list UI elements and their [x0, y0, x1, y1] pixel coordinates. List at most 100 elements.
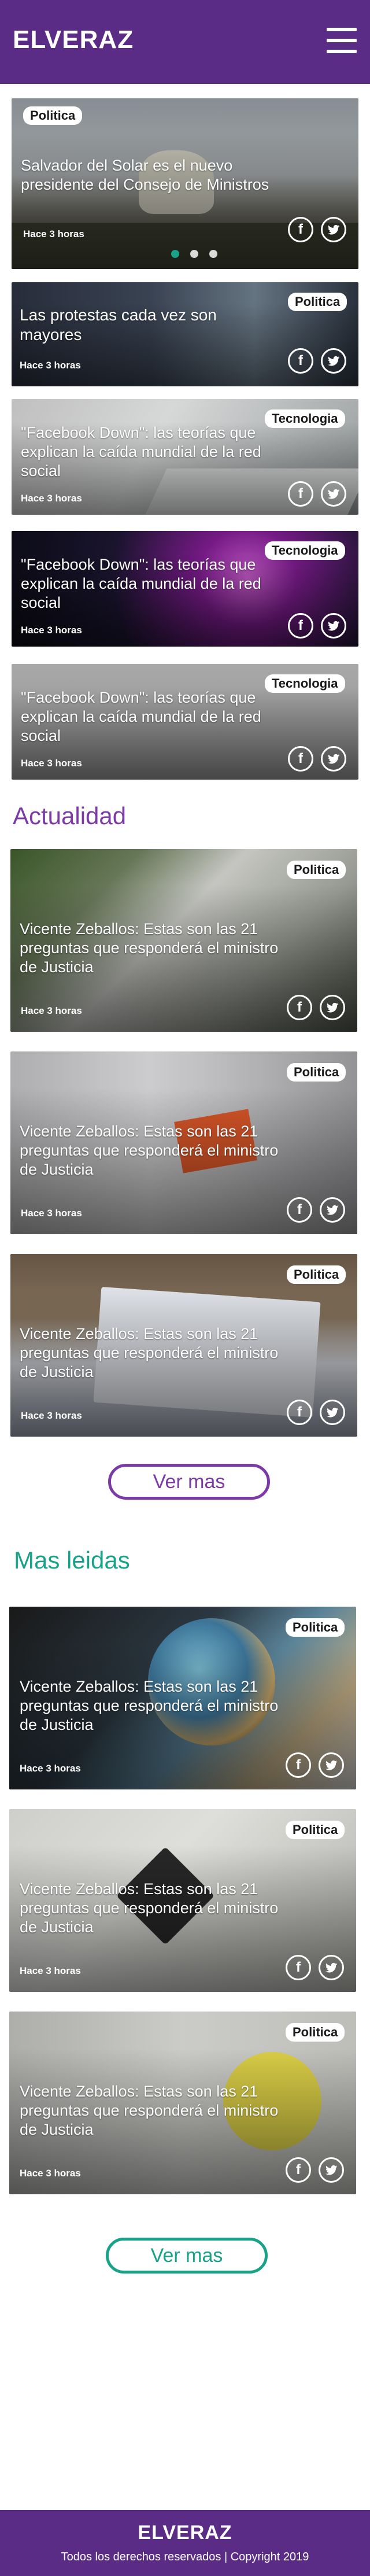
site-logo[interactable]: ELVERAZ [13, 25, 134, 54]
facebook-share-button[interactable]: f [286, 1955, 311, 1980]
facebook-share-button[interactable]: f [288, 217, 313, 242]
section-title-mas-leidas: Mas leidas [14, 1547, 130, 1574]
category-badge: Politica [287, 1265, 346, 1284]
category-badge: Politica [288, 293, 347, 311]
carousel-dots [171, 250, 228, 261]
facebook-icon: f [296, 2162, 301, 2178]
twitter-share-button[interactable] [319, 1955, 344, 1980]
card-time: Hace 3 horas [21, 1410, 82, 1421]
twitter-icon [325, 1962, 338, 1973]
twitter-share-button[interactable] [321, 217, 346, 242]
facebook-share-button[interactable]: f [288, 348, 313, 374]
twitter-share-button[interactable] [321, 481, 346, 507]
card-title[interactable]: Vicente Zeballos: Estas son las 21 pregu… [20, 920, 280, 977]
twitter-icon [328, 621, 340, 631]
carousel-dot-2[interactable] [190, 250, 198, 258]
news-card[interactable]: Politica Vicente Zeballos: Estas son las… [10, 1254, 357, 1437]
facebook-icon: f [296, 1959, 301, 1975]
card-title[interactable]: "Facebook Down": las teorías que explica… [21, 555, 264, 612]
facebook-icon: f [297, 999, 302, 1015]
news-card[interactable]: Tecnologia "Facebook Down": las teorías … [12, 399, 358, 515]
menu-icon[interactable] [327, 28, 357, 53]
category-badge: Politica [287, 861, 346, 879]
footer-copyright: Todos los derechos reservados | Copyrigh… [61, 2551, 309, 2563]
news-card[interactable]: Politica Vicente Zeballos: Estas son las… [10, 1051, 357, 1234]
news-card[interactable]: Tecnologia "Facebook Down": las teorías … [12, 664, 358, 780]
category-badge: Tecnologia [265, 541, 345, 560]
card-title[interactable]: Las protestas cada vez son mayores [20, 305, 251, 345]
card-title[interactable]: "Facebook Down": las teorías que explica… [21, 688, 264, 746]
card-title[interactable]: Vicente Zeballos: Estas son las 21 pregu… [20, 1677, 280, 1734]
category-badge: Politica [287, 1063, 346, 1082]
card-title[interactable]: "Facebook Down": las teorías que explica… [21, 423, 264, 481]
twitter-icon [328, 489, 340, 499]
ver-mas-mas-leidas-button[interactable]: Ver mas [106, 2238, 268, 2274]
card-title[interactable]: Vicente Zeballos: Estas son las 21 pregu… [20, 1122, 280, 1179]
card-time: Hace 3 horas [21, 758, 82, 769]
twitter-icon [325, 2165, 338, 2175]
card-time: Hace 3 horas [20, 1965, 81, 1976]
hero-title[interactable]: Salvador del Solar es el nuevo president… [21, 156, 269, 194]
facebook-icon: f [298, 751, 303, 766]
site-header: ELVERAZ [0, 0, 370, 84]
card-title[interactable]: Vicente Zeballos: Estas son las 21 pregu… [20, 2082, 280, 2139]
category-badge: Tecnologia [265, 674, 345, 693]
section-title-actualidad: Actualidad [13, 802, 127, 829]
hero-time: Hace 3 horas [23, 228, 84, 239]
facebook-icon: f [297, 1404, 302, 1420]
twitter-icon [328, 356, 340, 366]
twitter-share-button[interactable] [321, 348, 346, 374]
facebook-share-button[interactable]: f [288, 746, 313, 772]
twitter-icon [327, 1205, 339, 1215]
twitter-share-button[interactable] [320, 1197, 345, 1223]
category-badge: Politica [286, 1618, 345, 1637]
hero-card[interactable]: Politica Salvador del Solar es el nuevo … [12, 98, 358, 269]
facebook-share-button[interactable]: f [288, 481, 313, 507]
footer-logo[interactable]: ELVERAZ [0, 2522, 370, 2544]
ver-mas-actualidad-button[interactable]: Ver mas [108, 1464, 270, 1500]
card-time: Hace 3 horas [21, 625, 82, 636]
twitter-share-button[interactable] [321, 746, 346, 772]
category-badge: Tecnologia [265, 409, 345, 428]
twitter-icon [328, 224, 340, 235]
news-card[interactable]: Politica Las protestas cada vez son mayo… [12, 282, 358, 386]
facebook-share-button[interactable]: f [288, 613, 313, 639]
card-time: Hace 3 horas [21, 1208, 82, 1219]
card-time: Hace 3 horas [20, 360, 81, 371]
twitter-share-button[interactable] [320, 1400, 345, 1425]
news-card[interactable]: Politica Vicente Zeballos: Estas son las… [9, 2012, 356, 2194]
facebook-icon: f [298, 222, 303, 237]
card-title[interactable]: Vicente Zeballos: Estas son las 21 pregu… [20, 1324, 280, 1382]
news-card[interactable]: Politica Vicente Zeballos: Estas son las… [10, 849, 357, 1032]
news-card[interactable]: Politica Vicente Zeballos: Estas son las… [9, 1607, 356, 1789]
facebook-icon: f [298, 618, 303, 633]
facebook-icon: f [298, 486, 303, 501]
facebook-share-button[interactable]: f [286, 2157, 311, 2183]
facebook-share-button[interactable]: f [286, 1752, 311, 1778]
twitter-icon [327, 1002, 339, 1013]
twitter-share-button[interactable] [319, 2157, 344, 2183]
category-badge: Politica [23, 106, 83, 125]
twitter-icon [328, 754, 340, 764]
twitter-icon [325, 1760, 338, 1770]
card-title[interactable]: Vicente Zeballos: Estas son las 21 pregu… [20, 1880, 280, 1937]
news-card[interactable]: Politica Vicente Zeballos: Estas son las… [9, 1809, 356, 1992]
twitter-share-button[interactable] [320, 995, 345, 1020]
news-card[interactable]: Tecnologia "Facebook Down": las teorías … [12, 531, 358, 647]
facebook-share-button[interactable]: f [287, 995, 312, 1020]
card-time: Hace 3 horas [21, 1005, 82, 1016]
card-time: Hace 3 horas [20, 2168, 81, 2179]
category-badge: Politica [286, 2023, 345, 2042]
carousel-dot-1[interactable] [171, 250, 179, 258]
site-footer: ELVERAZ Todos los derechos reservados | … [0, 2510, 370, 2576]
facebook-icon: f [298, 353, 303, 368]
twitter-icon [327, 1407, 339, 1418]
card-time: Hace 3 horas [21, 493, 82, 504]
carousel-dot-3[interactable] [209, 250, 217, 258]
twitter-share-button[interactable] [319, 1752, 344, 1778]
card-time: Hace 3 horas [20, 1763, 81, 1774]
facebook-share-button[interactable]: f [287, 1197, 312, 1223]
twitter-share-button[interactable] [321, 613, 346, 639]
facebook-icon: f [296, 1757, 301, 1773]
facebook-share-button[interactable]: f [287, 1400, 312, 1425]
